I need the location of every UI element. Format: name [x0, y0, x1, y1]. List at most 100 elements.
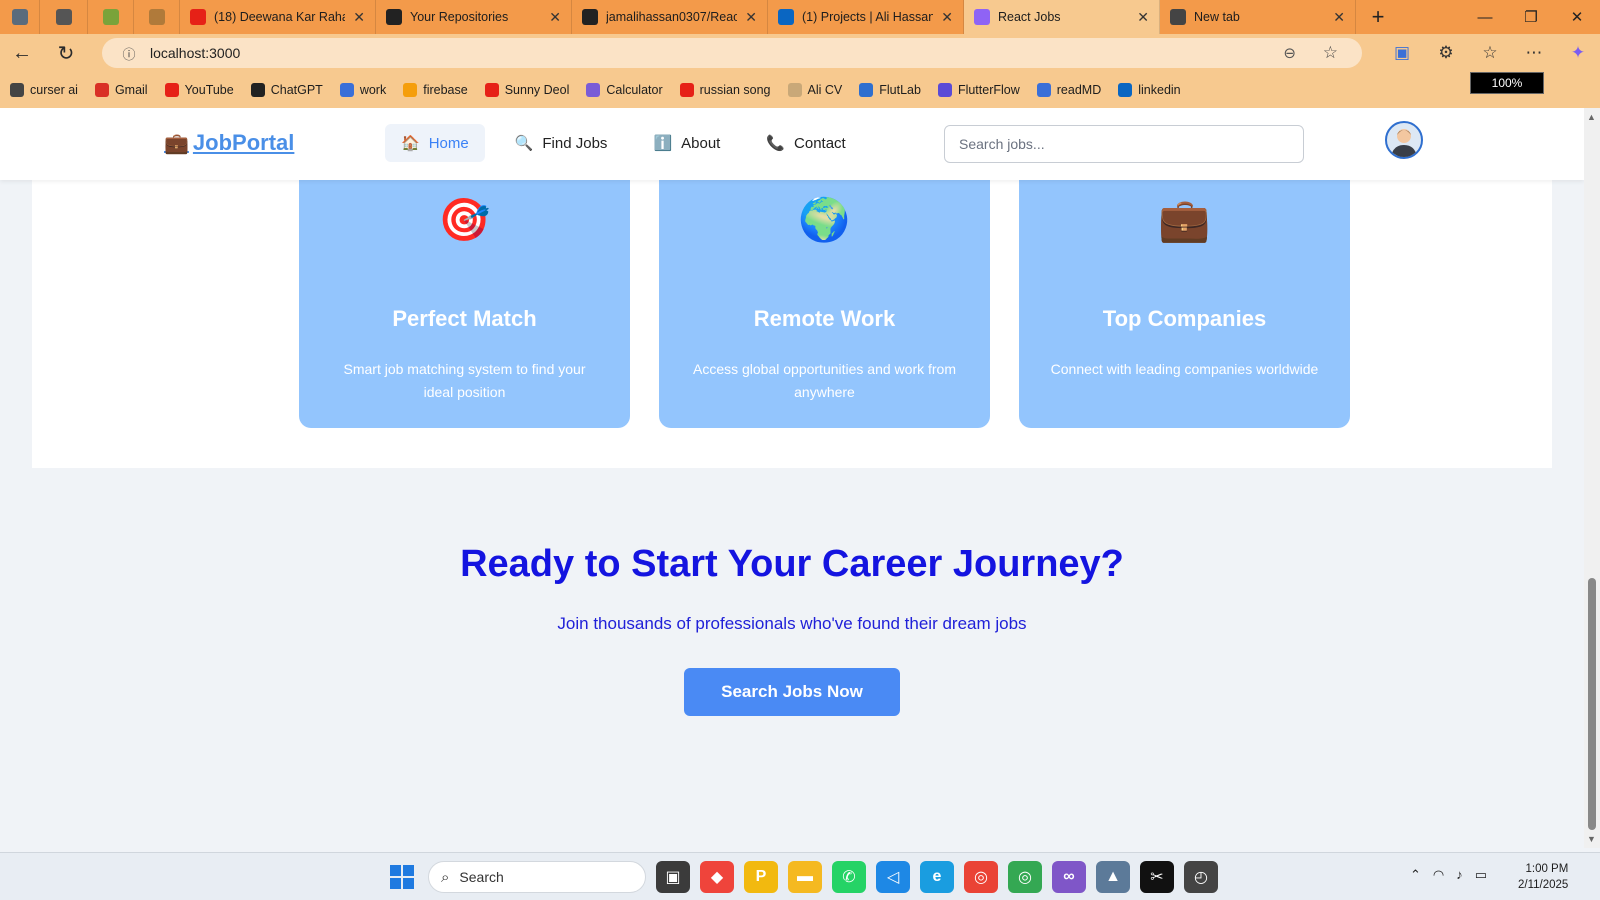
bookmark-item[interactable]: work — [339, 83, 387, 97]
zoom-icon[interactable]: ⊖ — [1283, 44, 1296, 62]
bookmark-item[interactable]: Ali CV — [787, 83, 842, 97]
page-scrollbar[interactable]: ▲ ▼ — [1584, 108, 1600, 848]
anydesk-icon[interactable]: ◆ — [700, 861, 734, 893]
bookmark-item[interactable]: firebase — [403, 83, 468, 97]
refresh-icon[interactable]: ↻ — [44, 34, 88, 72]
visual-studio-icon[interactable]: ∞ — [1052, 861, 1086, 893]
url-field[interactable]: ⓘ localhost:3000 ⊖ ☆ — [102, 38, 1362, 68]
edge-icon[interactable]: e — [920, 861, 954, 893]
nav-label: About — [681, 134, 721, 152]
chrome-alt-icon[interactable]: ◎ — [1008, 861, 1042, 893]
browser-tab[interactable]: jamalihassan0307/React-J ✕ — [572, 0, 768, 34]
system-tray: ⌃ ◠ ♪ ▭ — [1410, 867, 1499, 883]
scroll-down-icon[interactable]: ▼ — [1587, 834, 1596, 844]
url-text: localhost:3000 — [150, 45, 241, 61]
extensions-icon[interactable]: ⚙ — [1424, 43, 1468, 63]
chrome-icon[interactable]: ◎ — [964, 861, 998, 893]
vscode-icon[interactable]: ◁ — [876, 861, 910, 893]
file-explorer-dark-icon[interactable]: ▣ — [656, 861, 690, 893]
copilot-icon[interactable]: ✦ — [1556, 43, 1600, 63]
nav-item-find-jobs[interactable]: 🔍 Find Jobs — [499, 124, 624, 162]
clock-time: 1:00 PM — [1525, 863, 1569, 875]
tab-close-icon[interactable]: ✕ — [353, 9, 365, 26]
windows-start-icon[interactable] — [390, 865, 414, 889]
bookmark-label: work — [359, 83, 387, 97]
bookmark-item[interactable]: FlutterFlow — [937, 83, 1020, 97]
browser-tab[interactable] — [88, 0, 134, 34]
briefcase-icon: 💼 — [164, 132, 189, 155]
browser-tab[interactable] — [0, 0, 40, 34]
capcut-icon[interactable]: ✂ — [1140, 861, 1174, 893]
file-explorer-icon[interactable]: ▬ — [788, 861, 822, 893]
bookmark-item[interactable]: Sunny Deol — [484, 83, 569, 97]
site-info-icon[interactable]: ⓘ — [114, 44, 144, 63]
favorites-icon[interactable]: ☆ — [1468, 43, 1512, 63]
bookmark-item[interactable]: russian song — [679, 83, 771, 97]
browser-tab[interactable]: (18) Deewana Kar Raha H ✕ — [180, 0, 376, 34]
logo-text: JobPortal — [192, 130, 295, 155]
browser-tab[interactable]: (1) Projects | Ali Hassan | L ✕ — [768, 0, 964, 34]
nav-icon: ℹ️ — [653, 135, 673, 152]
restore-icon[interactable]: ❐ — [1508, 0, 1554, 34]
main-nav: 🏠 Home 🔍 Find Jobs ℹ️ About 📞 Contact — [385, 124, 876, 162]
resource-monitor-icon[interactable]: ▲ — [1096, 861, 1130, 893]
user-avatar[interactable] — [1385, 121, 1423, 159]
tray-chevron-icon[interactable]: ⌃ — [1410, 867, 1421, 883]
nav-item-about[interactable]: ℹ️ About — [637, 124, 736, 162]
close-icon[interactable]: ✕ — [1554, 0, 1600, 34]
bookmark-item[interactable]: Gmail — [94, 83, 148, 97]
nav-item-home[interactable]: 🏠 Home — [385, 124, 485, 162]
tab-close-icon[interactable]: ✕ — [745, 9, 757, 26]
bookmark-label: Gmail — [114, 83, 148, 97]
clock-app-icon[interactable]: ◴ — [1184, 861, 1218, 893]
bookmark-item[interactable]: Calculator — [586, 83, 663, 97]
bookmark-item[interactable]: readMD — [1036, 83, 1101, 97]
bookmark-favicon-icon — [859, 83, 874, 97]
postman-icon[interactable]: P — [744, 861, 778, 893]
search-jobs-now-button[interactable]: Search Jobs Now — [684, 668, 900, 716]
minimize-icon[interactable]: — — [1462, 0, 1508, 34]
scroll-up-icon[interactable]: ▲ — [1587, 112, 1596, 122]
tab-close-icon[interactable]: ✕ — [1333, 9, 1345, 26]
taskbar-search[interactable]: ⌕ Search — [428, 861, 646, 893]
feature-description: Access global opportunities and work fro… — [692, 361, 957, 400]
browser-tab[interactable]: Your Repositories ✕ — [376, 0, 572, 34]
more-options-icon[interactable]: ⋯ — [1512, 43, 1556, 63]
github-icon — [386, 9, 402, 25]
bookmark-item[interactable]: FlutLab — [859, 83, 921, 97]
tab-title: (18) Deewana Kar Raha H — [214, 10, 345, 24]
bookmark-favicon-icon — [339, 83, 354, 97]
whatsapp-icon[interactable]: ✆ — [832, 861, 866, 893]
job-search-input[interactable] — [944, 125, 1304, 163]
taskbar-search-label: Search — [459, 869, 504, 885]
cta-title: Ready to Start Your Career Journey? — [460, 543, 1124, 585]
translate-icon[interactable]: ▣ — [1380, 43, 1424, 63]
bookmark-item[interactable]: linkedin — [1118, 83, 1181, 97]
battery-icon[interactable]: ▭ — [1475, 867, 1487, 883]
bookmark-item[interactable]: ChatGPT — [250, 83, 323, 97]
nav-item-contact[interactable]: 📞 Contact — [750, 124, 861, 162]
tab-close-icon[interactable]: ✕ — [941, 9, 953, 26]
browser-tab[interactable]: React Jobs ✕ — [964, 0, 1160, 34]
bookmark-item[interactable]: curser ai — [10, 83, 78, 97]
taskbar-clock[interactable]: 1:00 PM 2/11/2025 — [1518, 861, 1568, 893]
browser-tab[interactable] — [40, 0, 88, 34]
browser-tab[interactable] — [134, 0, 180, 34]
new-tab-icon[interactable]: + — [1356, 0, 1400, 34]
nav-label: Home — [428, 134, 469, 152]
bookmark-favicon-icon — [10, 83, 24, 97]
zoom-level-tooltip: 100% — [1470, 72, 1544, 94]
browser-tab[interactable]: New tab ✕ — [1160, 0, 1356, 34]
volume-icon[interactable]: ♪ — [1456, 867, 1463, 883]
bookmark-favicon-icon — [586, 83, 601, 97]
bookmark-label: curser ai — [30, 83, 78, 97]
favorite-star-icon[interactable]: ☆ — [1323, 43, 1338, 63]
scrollbar-thumb[interactable] — [1588, 578, 1596, 830]
wifi-icon[interactable]: ◠ — [1433, 867, 1444, 883]
back-icon[interactable]: ← — [0, 34, 44, 72]
window-controls: — ❐ ✕ — [1462, 0, 1600, 34]
tab-close-icon[interactable]: ✕ — [1137, 9, 1149, 26]
bookmark-item[interactable]: YouTube — [164, 83, 234, 97]
site-logo[interactable]: 💼 JobPortal — [164, 130, 294, 156]
tab-close-icon[interactable]: ✕ — [549, 9, 561, 26]
